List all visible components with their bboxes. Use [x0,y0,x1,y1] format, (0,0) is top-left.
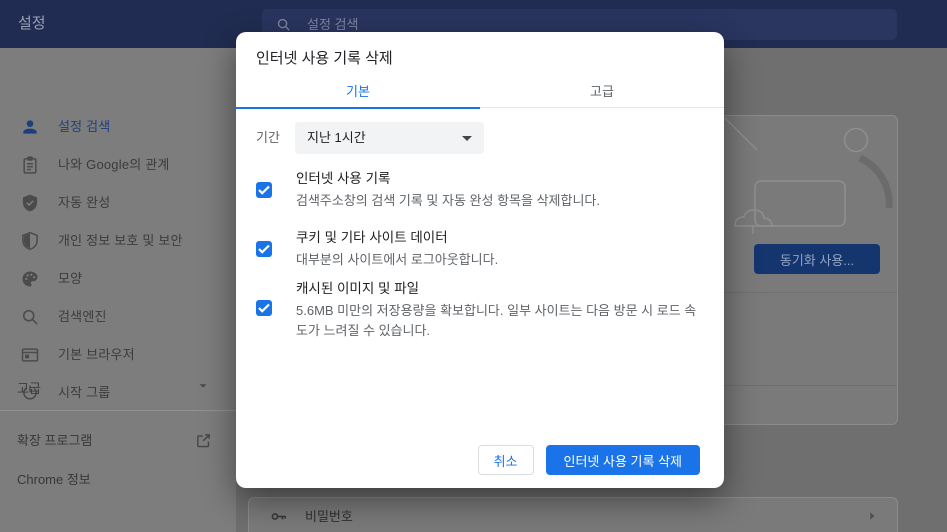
sidebar-advanced-toggle[interactable]: 고급 [0,378,236,400]
settings-search-input[interactable] [307,17,707,32]
palette-icon [20,269,40,289]
sidebar-item-about-chrome[interactable]: Chrome 정보 [0,467,236,493]
cancel-button[interactable]: 취소 [477,445,534,475]
checkbox-description: 5.6MB 미만의 저장용량을 확보합니다. 일부 사이트는 다음 방문 시 로… [296,303,697,338]
passwords-label: 비밀번호 [305,509,353,524]
sidebar-item-label: 기본 브라우저 [58,347,135,362]
shield-check-icon [20,193,40,213]
time-range-label: 기간 [256,130,280,145]
checkbox-title: 캐시된 이미지 및 파일 [296,281,420,296]
sidebar-item-search-settings[interactable]: 설정 검색 [0,108,236,146]
clear-data-button[interactable]: 인터넷 사용 기록 삭제 [545,445,700,475]
sidebar-item-label: 설정 검색 [58,119,111,134]
security-shield-icon [20,231,40,251]
sidebar-item-label: 자동 완성 [58,195,111,210]
autofill-card: 비밀번호 [248,497,898,532]
dialog-title: 인터넷 사용 기록 삭제 [256,50,393,67]
person-icon [20,117,40,137]
sidebar-item-label: 나와 Google의 관계 [58,157,170,172]
extensions-label: 확장 프로그램 [17,433,93,448]
time-range-row: 기간 지난 1시간 [236,122,724,154]
sidebar-item-extensions[interactable]: 확장 프로그램 [0,428,236,454]
cached-images-row: 캐시된 이미지 및 파일 5.6MB 미만의 저장용량을 확보합니다. 일부 사… [256,280,704,341]
sidebar-item-label: 개인 정보 보호 및 보안 [58,233,183,248]
sidebar-item-appearance[interactable]: 모양 [0,260,236,298]
checkbox-title: 인터넷 사용 기록 [296,171,391,186]
cookies-checkbox[interactable] [256,241,272,257]
page-title: 설정 [18,15,46,32]
sidebar-item-label: 검색엔진 [58,309,107,324]
tab-basic[interactable]: 기본 [236,78,480,109]
checkbox-description: 대부분의 사이트에서 로그아웃합니다. [296,252,499,267]
settings-sidebar: 설정 검색 나와 Google의 관계 자동 완성 개인 정보 보호 및 보안 … [0,48,236,532]
time-range-select[interactable]: 지난 1시간 [295,122,484,154]
chevron-right-icon [865,509,879,523]
browsing-history-row: 인터넷 사용 기록 검색주소창의 검색 기록 및 자동 완성 항목을 삭제합니다… [256,170,704,211]
sidebar-item-privacy-security[interactable]: 개인 정보 보호 및 보안 [0,222,236,260]
dropdown-arrow-icon [462,136,472,141]
turn-on-sync-button[interactable]: 동기화 사용... [754,244,880,274]
sidebar-item-you-and-google[interactable]: 나와 Google의 관계 [0,146,236,184]
external-link-icon [195,432,212,449]
checkbox-description: 검색주소창의 검색 기록 및 자동 완성 항목을 삭제합니다. [296,193,600,208]
tab-advanced[interactable]: 고급 [480,78,724,108]
time-range-value: 지난 1시간 [307,130,366,145]
sidebar-item-default-browser[interactable]: 기본 브라우저 [0,336,236,374]
chevron-down-icon [196,379,210,393]
advanced-label: 고급 [17,381,41,396]
dialog-tabs: 기본 고급 [236,78,724,109]
sidebar-item-label: 모양 [58,271,83,286]
browsing-history-checkbox[interactable] [256,182,272,198]
clear-browsing-data-dialog: 인터넷 사용 기록 삭제 기본 고급 기간 지난 1시간 인터넷 사용 기록 검… [236,32,724,488]
sidebar-divider [0,410,236,411]
browser-icon [20,345,40,365]
checkbox-title: 쿠키 및 기타 사이트 데이터 [296,230,448,245]
chrome-settings-page: 설정 설정 검색 나와 Google의 관계 자동 완성 개인 정보 보호 및 … [0,0,947,532]
about-chrome-label: Chrome 정보 [17,472,91,487]
sidebar-item-autofill[interactable]: 자동 완성 [0,184,236,222]
key-icon [269,507,288,526]
clipboard-icon [20,155,40,175]
search-icon [277,18,290,31]
magnifier-icon [20,307,40,327]
cached-images-checkbox[interactable] [256,300,272,316]
dialog-footer: 취소 인터넷 사용 기록 삭제 [477,445,700,475]
passwords-row[interactable]: 비밀번호 [249,498,897,532]
sync-illustration [724,117,893,234]
cookies-row: 쿠키 및 기타 사이트 데이터 대부분의 사이트에서 로그아웃합니다. [256,229,704,270]
sidebar-item-search-engine[interactable]: 검색엔진 [0,298,236,336]
